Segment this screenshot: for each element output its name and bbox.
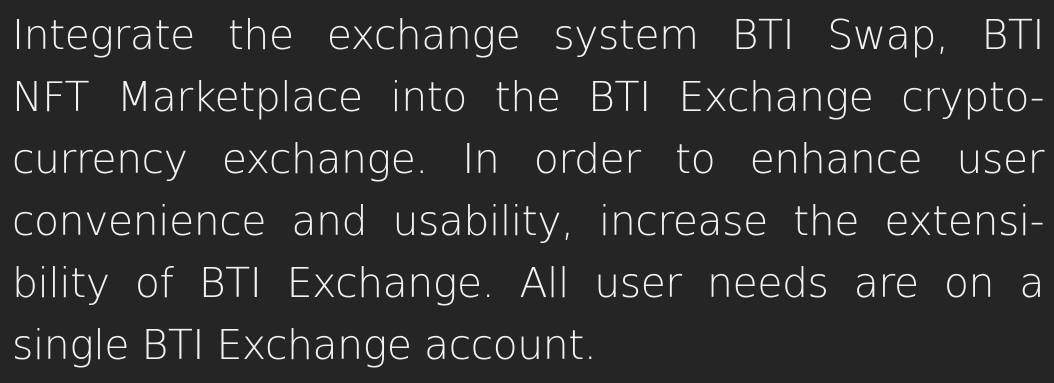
paragraph-line-1: Integrate the exchange system BTI Swap, …: [12, 11, 1045, 59]
paragraph-line-3: currency exchange. In order to enhance u…: [12, 135, 1045, 183]
paragraph-line-4: convenience and usability, increase the …: [12, 197, 1045, 245]
text-panel: Integrate the exchange system BTI Swap, …: [0, 0, 1054, 383]
paragraph-line-2: NFT Marketplace into the BTI Exchange cr…: [12, 73, 1045, 121]
paragraph-line-6: single BTI Exchange account.: [12, 321, 597, 369]
paragraph-line-5: bility of BTI Exchange. All user needs a…: [12, 259, 1045, 307]
